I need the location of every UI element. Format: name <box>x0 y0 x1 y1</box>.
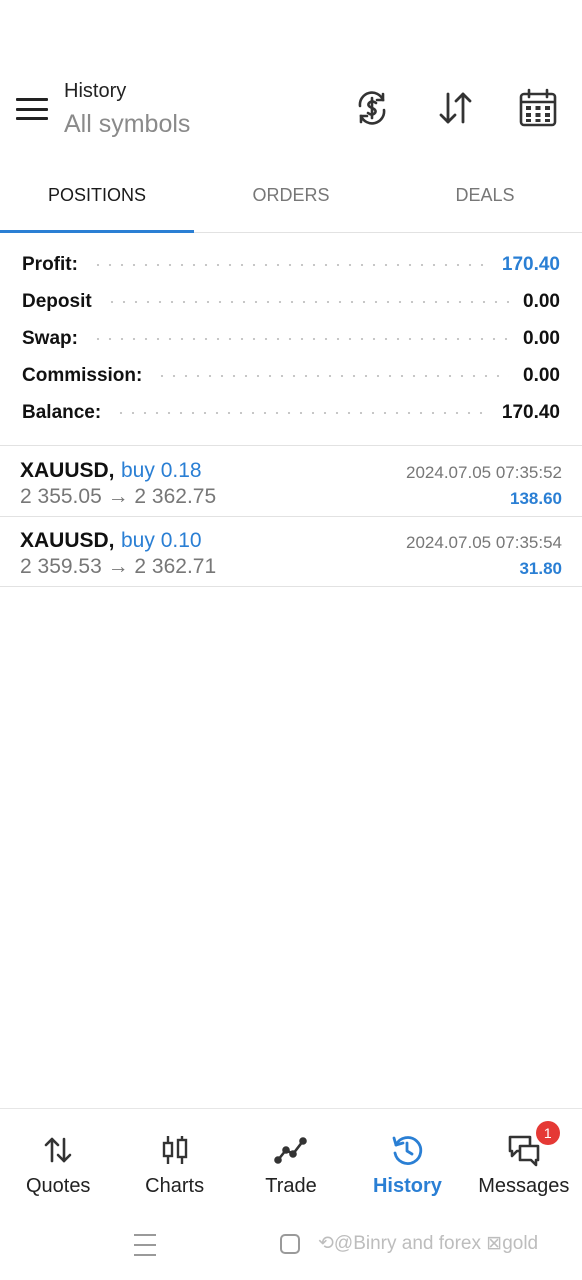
history-tabs: POSITIONS ORDERS DEALS <box>0 165 582 233</box>
history-icon <box>390 1133 424 1167</box>
position-side-volume: buy 0.10 <box>121 529 202 552</box>
position-side-volume: buy 0.18 <box>121 459 202 482</box>
messages-badge: 1 <box>535 1121 560 1145</box>
nav-quotes-label: Quotes <box>25 1175 91 1197</box>
position-symbol: XAUUSD, <box>20 529 115 552</box>
position-prices: 2 355.05 → 2 362.75 <box>20 485 217 508</box>
position-profit: 31.80 <box>519 559 562 578</box>
summary-balance-row: Balance: 170.40 <box>22 398 560 428</box>
dot-leader <box>115 412 488 414</box>
currency-refresh-icon[interactable] <box>352 88 392 128</box>
position-symbol: XAUUSD, <box>20 459 115 482</box>
quotes-icon <box>41 1133 75 1167</box>
trade-icon <box>274 1133 308 1167</box>
position-profit: 138.60 <box>510 489 562 508</box>
home-icon[interactable] <box>280 1234 300 1254</box>
calendar-icon[interactable] <box>518 88 558 128</box>
nav-messages[interactable]: 1 Messages <box>466 1109 582 1212</box>
nav-history[interactable]: History <box>349 1109 465 1212</box>
recent-apps-icon[interactable] <box>134 1234 156 1256</box>
sort-icon[interactable] <box>436 88 476 128</box>
swap-value: 0.00 <box>523 328 560 349</box>
nav-quotes[interactable]: Quotes <box>0 1109 116 1212</box>
dot-leader <box>91 264 488 266</box>
summary-swap-row: Swap: 0.00 <box>22 324 560 354</box>
symbol-filter[interactable]: All symbols <box>64 110 190 139</box>
menu-icon[interactable] <box>14 94 50 124</box>
tab-positions[interactable]: POSITIONS <box>0 165 194 233</box>
commission-label: Commission: <box>22 365 143 386</box>
summary-commission-row: Commission: 0.00 <box>22 361 560 391</box>
nav-charts-label: Charts <box>145 1175 205 1197</box>
summary-panel: Profit: 170.40 Deposit 0.00 Swap: 0.00 C… <box>0 246 582 446</box>
position-time: 2024.07.05 07:35:52 <box>406 463 562 482</box>
tab-orders[interactable]: ORDERS <box>194 165 388 232</box>
bottom-navigation: Quotes Charts Trade History 1 Messages <box>0 1108 582 1212</box>
profit-label: Profit: <box>22 254 78 275</box>
nav-messages-label: Messages <box>478 1175 570 1197</box>
summary-deposit-row: Deposit 0.00 <box>22 287 560 317</box>
position-row[interactable]: XAUUSD, buy 0.18 2 355.05 → 2 362.75 202… <box>0 447 582 517</box>
position-prices: 2 359.53 → 2 362.71 <box>20 555 217 578</box>
summary-profit-row: Profit: 170.40 <box>22 250 560 280</box>
deposit-label: Deposit <box>22 291 92 312</box>
charts-icon <box>158 1133 192 1167</box>
position-time: 2024.07.05 07:35:54 <box>406 533 562 552</box>
tab-deals[interactable]: DEALS <box>388 165 582 232</box>
balance-label: Balance: <box>22 402 102 423</box>
nav-history-label: History <box>372 1175 442 1197</box>
commission-value: 0.00 <box>523 365 560 386</box>
page-title: History <box>64 80 127 102</box>
watermark-text: ⟲@Binry and forex ⊠gold <box>318 1233 539 1254</box>
nav-charts[interactable]: Charts <box>116 1109 232 1212</box>
deposit-value: 0.00 <box>523 291 560 312</box>
dot-leader <box>156 375 510 377</box>
position-row[interactable]: XAUUSD, buy 0.10 2 359.53 → 2 362.71 202… <box>0 517 582 587</box>
profit-value: 170.40 <box>501 254 560 275</box>
system-nav-bar: ⟲@Binry and forex ⊠gold <box>0 1212 582 1280</box>
balance-value: 170.40 <box>501 402 560 423</box>
messages-icon <box>507 1133 541 1167</box>
app-header: History All symbols <box>0 0 582 165</box>
dot-leader <box>91 338 510 340</box>
swap-label: Swap: <box>22 328 78 349</box>
nav-trade[interactable]: Trade <box>233 1109 349 1212</box>
dot-leader <box>105 301 510 303</box>
nav-trade-label: Trade <box>265 1175 317 1197</box>
